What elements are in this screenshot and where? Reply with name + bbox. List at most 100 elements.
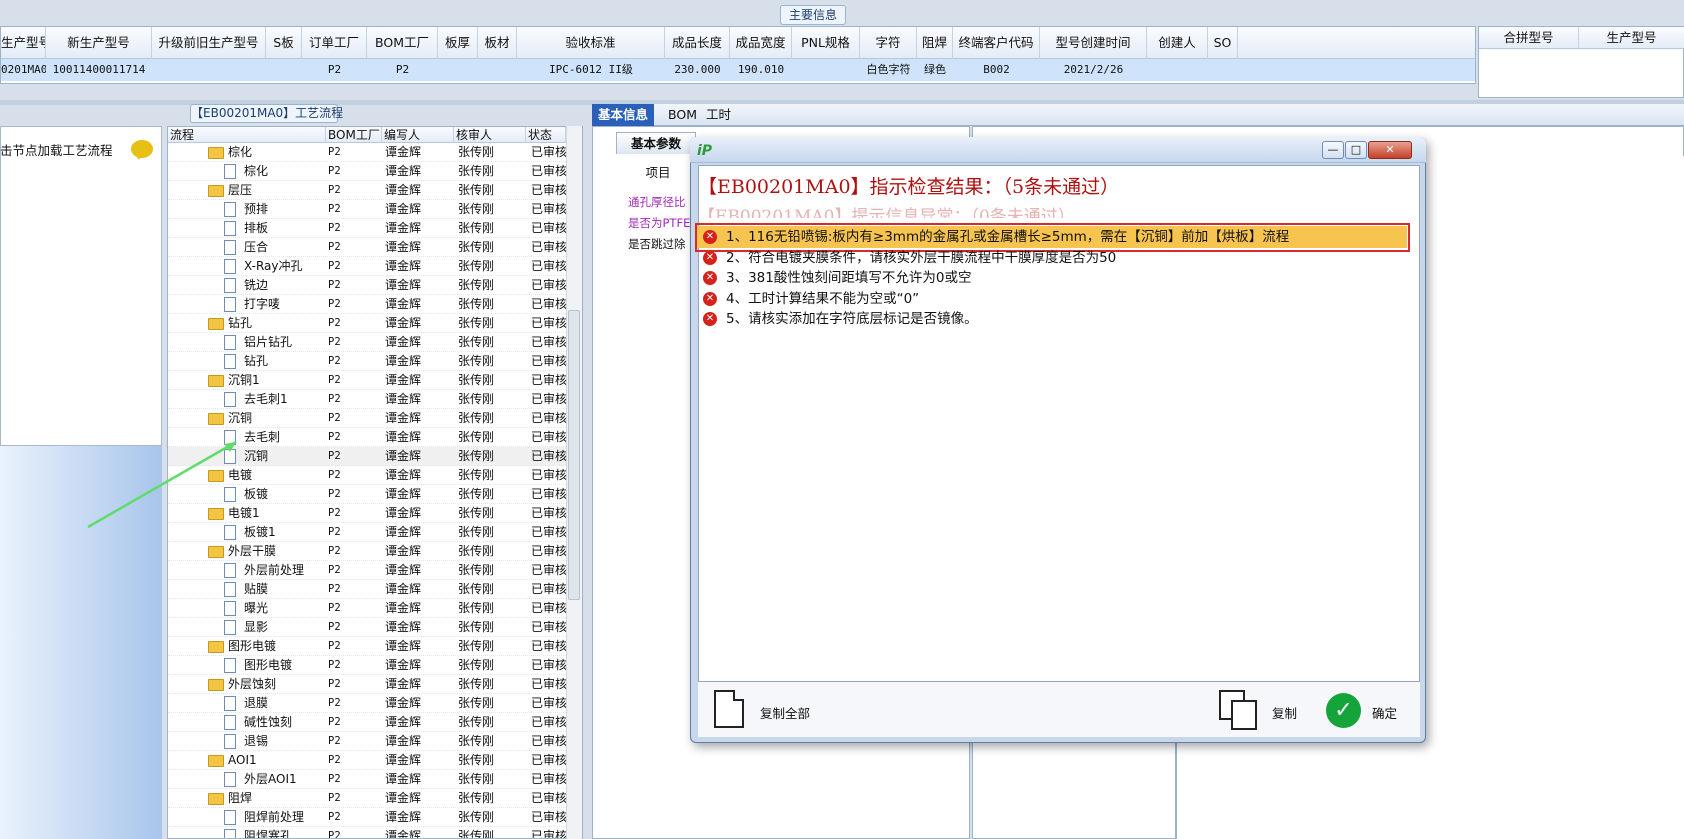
tab-basic-params[interactable]: 基本参数 — [616, 132, 696, 154]
main-cell[interactable]: P2 — [367, 59, 438, 81]
main-cell[interactable]: 190.010 — [730, 59, 792, 81]
tree-row[interactable]: 曝光 P2 谭金辉 张传刚 已审核 — [168, 599, 568, 618]
tree-row[interactable]: 压合 P2 谭金辉 张传刚 已审核 — [168, 238, 568, 257]
tree-row[interactable]: 打字唛 P2 谭金辉 张传刚 已审核 — [168, 295, 568, 314]
tree-row[interactable]: 去毛刺1 P2 谭金辉 张传刚 已审核 — [168, 390, 568, 409]
tree-node[interactable]: 外层前处理 — [168, 561, 324, 580]
tree-node[interactable]: 沉铜1 — [168, 371, 324, 390]
tree-node[interactable]: 沉铜 — [168, 447, 324, 466]
tree-row[interactable]: 显影 P2 谭金辉 张传刚 已审核 — [168, 618, 568, 637]
tree-node[interactable]: 打字唛 — [168, 295, 324, 314]
ok-button[interactable]: 确定 — [1372, 703, 1397, 722]
maximize-button[interactable]: □ — [1345, 141, 1367, 159]
tree-row[interactable]: 铝片钻孔 P2 谭金辉 张传刚 已审核 — [168, 333, 568, 352]
tree-scroll-thumb[interactable] — [568, 310, 580, 600]
tree-node[interactable]: 外层AOI1 — [168, 770, 324, 789]
tree-node[interactable]: X-Ray冲孔 — [168, 257, 324, 276]
tree-node[interactable]: 钻孔 — [168, 314, 324, 333]
tree-node[interactable]: 铝片钻孔 — [168, 333, 324, 352]
tree-row[interactable]: AOI1 P2 谭金辉 张传刚 已审核 — [168, 751, 568, 770]
tree-row[interactable]: 图形电镀 P2 谭金辉 张传刚 已审核 — [168, 656, 568, 675]
tree-row[interactable]: 板镀1 P2 谭金辉 张传刚 已审核 — [168, 523, 568, 542]
tree-row[interactable]: 碱性蚀刻 P2 谭金辉 张传刚 已审核 — [168, 713, 568, 732]
copy-all-button[interactable]: 复制全部 — [760, 703, 810, 722]
tree-node[interactable]: 钻孔 — [168, 352, 324, 371]
tree-node[interactable]: 沉铜 — [168, 409, 324, 428]
tree-row[interactable]: 外层前处理 P2 谭金辉 张传刚 已审核 — [168, 561, 568, 580]
tree-row[interactable]: 电镀1 P2 谭金辉 张传刚 已审核 — [168, 504, 568, 523]
tree-row[interactable]: 预排 P2 谭金辉 张传刚 已审核 — [168, 200, 568, 219]
tree-node[interactable]: 外层蚀刻 — [168, 675, 324, 694]
tree-node[interactable]: 排板 — [168, 219, 324, 238]
tree-row[interactable]: 沉铜 P2 谭金辉 张传刚 已审核 — [168, 409, 568, 428]
tree-row[interactable]: 沉铜1 P2 谭金辉 张传刚 已审核 — [168, 371, 568, 390]
main-cell[interactable] — [438, 59, 478, 81]
copy-button[interactable]: 复制 — [1272, 703, 1297, 722]
tree-node[interactable]: 曝光 — [168, 599, 324, 618]
tree-node[interactable]: 阻焊塞孔 — [168, 827, 324, 838]
tree-row[interactable]: 层压 P2 谭金辉 张传刚 已审核 — [168, 181, 568, 200]
tree-node[interactable]: 退膜 — [168, 694, 324, 713]
tree-node[interactable]: 显影 — [168, 618, 324, 637]
close-button[interactable]: ✕ — [1368, 141, 1412, 159]
main-cell[interactable]: 0201MA0 — [1, 59, 46, 81]
tree-row[interactable]: 阻焊 P2 谭金辉 张传刚 已审核 — [168, 789, 568, 808]
tree-node[interactable]: 板镀 — [168, 485, 324, 504]
tree-row[interactable]: 阻焊前处理 P2 谭金辉 张传刚 已审核 — [168, 808, 568, 827]
tree-row[interactable]: 退锡 P2 谭金辉 张传刚 已审核 — [168, 732, 568, 751]
tree-node[interactable]: 铣边 — [168, 276, 324, 295]
tree-node[interactable]: 图形电镀 — [168, 656, 324, 675]
minimize-button[interactable]: — — [1322, 141, 1344, 159]
main-cell[interactable]: P2 — [302, 59, 367, 81]
tree-node[interactable]: 板镀1 — [168, 523, 324, 542]
main-cell[interactable]: IPC-6012 II级 — [517, 59, 665, 81]
tree-row[interactable]: 排板 P2 谭金辉 张传刚 已审核 — [168, 219, 568, 238]
merge-info-table[interactable]: 合拼型号 生产型号 — [1478, 26, 1684, 98]
tree-node[interactable]: 去毛刺1 — [168, 390, 324, 409]
tree-row[interactable]: 板镀 P2 谭金辉 张传刚 已审核 — [168, 485, 568, 504]
main-cell[interactable] — [478, 59, 517, 81]
tree-row[interactable]: 外层AOI1 P2 谭金辉 张传刚 已审核 — [168, 770, 568, 789]
tree-row[interactable]: 阻焊塞孔 P2 谭金辉 张传刚 已审核 — [168, 827, 568, 838]
tree-row[interactable]: 沉铜 P2 谭金辉 张传刚 已审核 — [168, 447, 568, 466]
tree-row[interactable]: X-Ray冲孔 P2 谭金辉 张传刚 已审核 — [168, 257, 568, 276]
tree-node[interactable]: 碱性蚀刻 — [168, 713, 324, 732]
main-cell[interactable]: 2021/2/26 — [1040, 59, 1147, 81]
tree-node[interactable]: 外层干膜 — [168, 542, 324, 561]
main-cell[interactable] — [266, 59, 302, 81]
tree-node[interactable]: 电镀1 — [168, 504, 324, 523]
main-cell[interactable]: 10011400011714 — [46, 59, 152, 81]
main-cell[interactable]: 白色字符 — [860, 59, 917, 81]
main-info-table[interactable]: 生产型号新生产型号升级前旧生产型号S板订单工厂BOM工厂板厚板材验收标准成品长度… — [0, 26, 1476, 84]
main-cell[interactable] — [152, 59, 266, 81]
tree-row[interactable]: 棕化 P2 谭金辉 张传刚 已审核 — [168, 162, 568, 181]
main-cell[interactable]: 230.000 — [665, 59, 730, 81]
main-cell[interactable] — [1147, 59, 1208, 81]
tree-node[interactable]: 预排 — [168, 200, 324, 219]
tree-node[interactable]: 压合 — [168, 238, 324, 257]
tree-row[interactable]: 外层干膜 P2 谭金辉 张传刚 已审核 — [168, 542, 568, 561]
tree-row[interactable]: 铣边 P2 谭金辉 张传刚 已审核 — [168, 276, 568, 295]
tree-row[interactable]: 外层蚀刻 P2 谭金辉 张传刚 已审核 — [168, 675, 568, 694]
tree-node[interactable]: 图形电镀 — [168, 637, 324, 656]
tree-node[interactable]: 阻焊前处理 — [168, 808, 324, 827]
tree-row[interactable]: 去毛刺 P2 谭金辉 张传刚 已审核 — [168, 428, 568, 447]
tree-node[interactable]: 电镀 — [168, 466, 324, 485]
tree-row[interactable]: 电镀 P2 谭金辉 张传刚 已审核 — [168, 466, 568, 485]
tree-row[interactable]: 钻孔 P2 谭金辉 张传刚 已审核 — [168, 314, 568, 333]
tree-node[interactable]: 层压 — [168, 181, 324, 200]
document-icon[interactable] — [714, 690, 744, 728]
tab-bom[interactable]: BOM — [662, 104, 703, 126]
tree-node[interactable]: AOI1 — [168, 751, 324, 770]
main-cell[interactable]: 绿色 — [917, 59, 953, 81]
dialog-titlebar[interactable] — [690, 137, 1426, 163]
main-cell[interactable] — [792, 59, 860, 81]
tab-basic-info[interactable]: 基本信息 — [592, 104, 655, 126]
tree-node[interactable]: 棕化 — [168, 162, 324, 181]
tree-node[interactable]: 棕化 — [168, 143, 324, 162]
tree-node[interactable]: 退锡 — [168, 732, 324, 751]
main-cell[interactable] — [1208, 59, 1238, 81]
tree-row[interactable]: 图形电镀 P2 谭金辉 张传刚 已审核 — [168, 637, 568, 656]
main-cell[interactable]: B002 — [953, 59, 1040, 81]
tab-work-hours[interactable]: 工时 — [700, 104, 737, 126]
